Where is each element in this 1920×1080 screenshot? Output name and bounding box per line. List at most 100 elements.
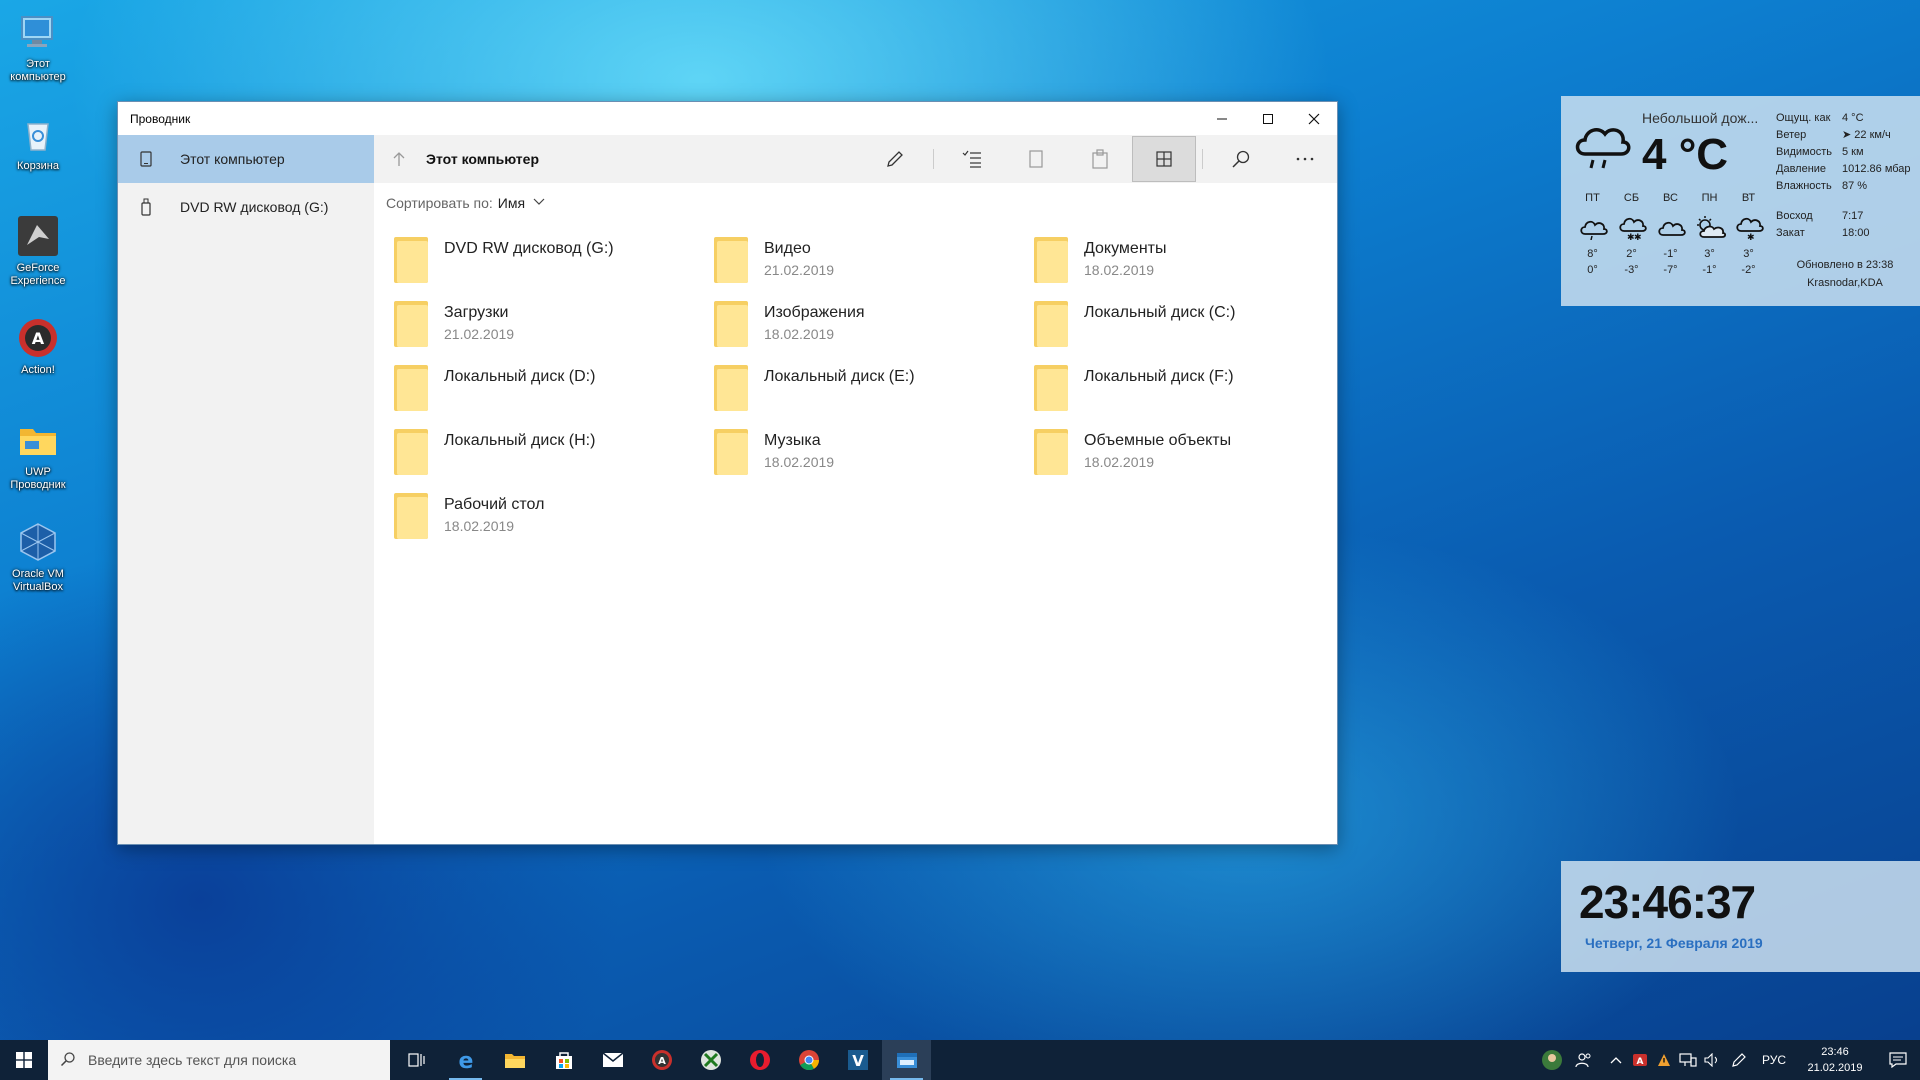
action-recorder-icon: A: [16, 316, 60, 360]
chrome-button[interactable]: [784, 1040, 833, 1080]
paste-button[interactable]: [1068, 136, 1132, 182]
avatar[interactable]: [1540, 1040, 1564, 1080]
taskbar-search[interactable]: Введите здесь текст для поиска: [48, 1040, 390, 1080]
item-date: 18.02.2019: [764, 454, 835, 470]
action-app-button[interactable]: A: [637, 1040, 686, 1080]
folder-item[interactable]: Локальный диск (H:): [386, 423, 706, 487]
copy-button[interactable]: [1004, 136, 1068, 182]
folder-item[interactable]: Локальный диск (F:): [1026, 359, 1346, 423]
desktop-icon-virtualbox[interactable]: Oracle VM VirtualBox: [0, 516, 76, 618]
xbox-button[interactable]: [686, 1040, 735, 1080]
chevron-up-icon[interactable]: [1604, 1040, 1628, 1080]
folder-item[interactable]: Локальный диск (D:): [386, 359, 706, 423]
folder-icon: [714, 301, 748, 347]
forecast-day: СБ ✱ ✱ 2° -3°: [1612, 192, 1651, 278]
nav-item-label: Этот компьютер: [180, 151, 285, 167]
uwp-explorer-app-button[interactable]: [882, 1040, 931, 1080]
folder-item[interactable]: Рабочий стол 18.02.2019: [386, 487, 706, 551]
detail-value: 1012.86 мбар: [1842, 163, 1911, 175]
warning-icon[interactable]: [1652, 1040, 1676, 1080]
pen-icon[interactable]: [1724, 1040, 1754, 1080]
svg-text:e: e: [458, 1049, 473, 1071]
folder-icon: [714, 237, 748, 283]
minimize-button[interactable]: [1199, 102, 1245, 135]
desktop-icon-uwp-explorer[interactable]: UWP Проводник: [0, 414, 76, 516]
computer-icon: [16, 10, 60, 54]
weather-gadget[interactable]: Небольшой дож... 4 °C Ощущ. как 4 °C Вете…: [1561, 96, 1920, 306]
opera-button[interactable]: [735, 1040, 784, 1080]
partly-sunny-icon: [1694, 210, 1726, 246]
action-tray-icon[interactable]: A: [1628, 1040, 1652, 1080]
folder-item[interactable]: Документы 18.02.2019: [1026, 231, 1346, 295]
mail-button[interactable]: [588, 1040, 637, 1080]
item-date: 21.02.2019: [444, 326, 515, 342]
view-button[interactable]: [1132, 136, 1196, 182]
item-name: DVD RW дисковод (G:): [444, 240, 614, 257]
weather-forecast: ПТ 8° 0° СБ ✱ ✱ 2° -3° ВС -1° -7° ПН 3° -…: [1573, 192, 1768, 278]
edge-button[interactable]: e: [441, 1040, 490, 1080]
people-icon[interactable]: [1564, 1040, 1604, 1080]
sun-times: Восход 7:17 Закат 18:00: [1776, 208, 1870, 242]
select-button[interactable]: [940, 136, 1004, 182]
item-name: Документы: [1084, 240, 1167, 257]
item-name: Локальный диск (E:): [764, 368, 915, 385]
command-buttons: [863, 135, 1337, 183]
vegas-button[interactable]: V: [833, 1040, 882, 1080]
notification-icon: [1889, 1052, 1907, 1068]
language-indicator[interactable]: РУС: [1754, 1053, 1794, 1067]
breadcrumb[interactable]: Этот компьютер: [426, 151, 539, 167]
network-icon[interactable]: [1676, 1040, 1700, 1080]
folder-icon: [1034, 301, 1068, 347]
cloud-icon: [1578, 210, 1608, 246]
desktop-icon-recycle-bin[interactable]: Корзина: [0, 108, 76, 210]
minimize-icon: [1217, 118, 1227, 119]
notification-button[interactable]: [1876, 1040, 1920, 1080]
desktop-icon-action[interactable]: A Action!: [0, 312, 76, 414]
item-date: 21.02.2019: [764, 262, 835, 278]
up-button[interactable]: [382, 135, 416, 183]
close-button[interactable]: [1291, 102, 1337, 135]
detail-value: 4 °C: [1842, 112, 1864, 124]
task-view-button[interactable]: [392, 1040, 441, 1080]
more-button[interactable]: [1273, 136, 1337, 182]
maximize-button[interactable]: [1245, 102, 1291, 135]
desktop-icon-this-pc[interactable]: Этот компьютер: [0, 6, 76, 108]
detail-key: Влажность: [1776, 180, 1832, 192]
usb-drive-icon: [134, 198, 158, 216]
forecast-high: 8°: [1587, 248, 1598, 260]
folder-item[interactable]: Изображения 18.02.2019: [706, 295, 1026, 359]
folder-item[interactable]: DVD RW дисковод (G:): [386, 231, 706, 295]
geforce-icon: [16, 214, 60, 258]
weather-updated: Обновлено в 23:38 Krasnodar,KDA: [1776, 256, 1914, 292]
folder-item[interactable]: Видео 21.02.2019: [706, 231, 1026, 295]
folder-icon: [1034, 365, 1068, 411]
volume-icon[interactable]: [1700, 1040, 1724, 1080]
desktop-icon-geforce[interactable]: GeForce Experience: [0, 210, 76, 312]
item-date: 18.02.2019: [1084, 454, 1155, 470]
taskbar-clock[interactable]: 23:46 21.02.2019: [1794, 1044, 1876, 1076]
action-app-icon: A: [651, 1050, 672, 1070]
nav-item-dvd-drive[interactable]: DVD RW дисковод (G:): [118, 183, 374, 231]
file-explorer-button[interactable]: [490, 1040, 539, 1080]
title-bar[interactable]: Проводник: [118, 102, 1337, 135]
item-name: Локальный диск (F:): [1084, 368, 1234, 385]
folder-item[interactable]: Локальный диск (E:): [706, 359, 1026, 423]
folder-item[interactable]: Объемные объекты 18.02.2019: [1026, 423, 1346, 487]
paste-icon: [1092, 149, 1108, 169]
item-name: Изображения: [764, 304, 865, 321]
rename-button[interactable]: [863, 136, 927, 182]
search-button[interactable]: [1209, 136, 1273, 182]
folder-item[interactable]: Локальный диск (C:): [1026, 295, 1346, 359]
svg-text:✱: ✱: [1634, 233, 1642, 241]
copy-icon: [1029, 150, 1043, 168]
chevron-down-icon: [533, 197, 545, 209]
folder-item[interactable]: Музыка 18.02.2019: [706, 423, 1026, 487]
folder-item[interactable]: Загрузки 21.02.2019: [386, 295, 706, 359]
sort-control[interactable]: Сортировать по: Имя: [374, 183, 1337, 223]
windows-logo-icon: [16, 1052, 32, 1068]
forecast-high: -1°: [1663, 248, 1678, 260]
folder-icon: [394, 429, 428, 475]
start-button[interactable]: [0, 1040, 48, 1080]
nav-item-this-pc[interactable]: Этот компьютер: [118, 135, 374, 183]
store-button[interactable]: [539, 1040, 588, 1080]
